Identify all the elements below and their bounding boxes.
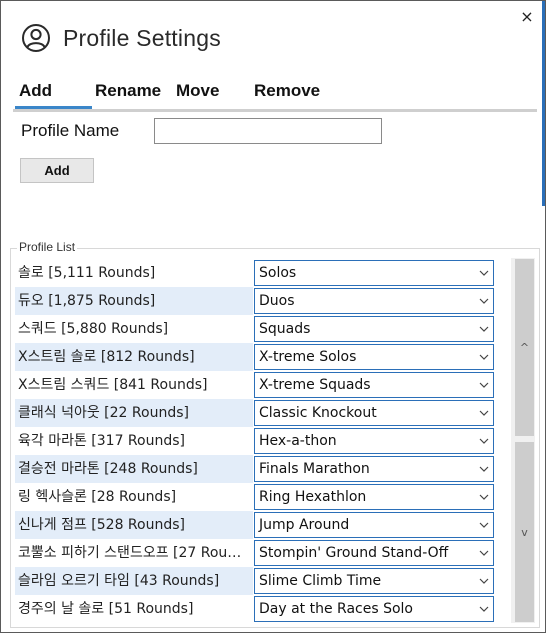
table-row: 링 헥사슬론 [28 Rounds] Ring Hexathlon (15, 483, 495, 511)
profile-mode-select[interactable]: Classic Knockout (254, 400, 494, 426)
chevron-down-icon (479, 466, 489, 472)
page-title: Profile Settings (63, 24, 221, 51)
chevron-down-icon (479, 522, 489, 528)
profile-mode-value: Stompin' Ground Stand-Off (259, 545, 449, 561)
profile-mode-value: Slime Climb Time (259, 573, 382, 589)
chevron-down-icon (479, 382, 489, 388)
profile-row-label: 신나게 점프 [528 Rounds] (18, 517, 185, 533)
profile-row-label: 슬라임 오르기 타임 [43 Rounds] (18, 573, 220, 589)
chevron-down-icon (479, 606, 489, 612)
profile-mode-value: Ring Hexathlon (259, 489, 367, 505)
profile-row-label: 클래식 넉아웃 [22 Rounds] (18, 405, 189, 421)
chevron-down-icon (479, 326, 489, 332)
profile-row-label: 듀오 [1,875 Rounds] (18, 293, 156, 309)
close-icon: × (520, 7, 534, 26)
profile-mode-select[interactable]: X-treme Solos (254, 344, 494, 370)
chevron-down-icon (479, 410, 489, 416)
table-row: 듀오 [1,875 Rounds] Duos (15, 287, 495, 315)
table-row: 솔로 [5,111 Rounds] Solos (15, 259, 495, 287)
profile-row-label: 결승전 마라톤 [248 Rounds] (18, 461, 198, 477)
tab-rename[interactable]: Rename (95, 81, 161, 101)
profile-mode-value: Classic Knockout (259, 405, 377, 421)
profile-mode-select[interactable]: Slime Climb Time (254, 568, 494, 594)
table-row: X스트림 솔로 [812 Rounds] X-treme Solos (15, 343, 495, 371)
scroll-up-button[interactable]: ^ (515, 259, 534, 436)
table-row: 스쿼드 [5,880 Rounds] Squads (15, 315, 495, 343)
profile-name-label: Profile Name (21, 121, 120, 140)
tab-add[interactable]: Add (19, 81, 52, 101)
profile-mode-value: Jump Around (259, 517, 350, 533)
chevron-down-icon (479, 494, 489, 500)
table-row: 코뿔소 피하기 스탠드오프 [27 Rounds] Stompin' Ground… (15, 539, 495, 567)
account-circle-icon (22, 24, 50, 52)
profile-mode-value: Finals Marathon (259, 461, 370, 477)
profile-row-label: 링 헥사슬론 [28 Rounds] (18, 489, 177, 505)
profile-row-label: X스트림 솔로 [812 Rounds] (18, 349, 195, 365)
table-row: 신나게 점프 [528 Rounds] Jump Around (15, 511, 495, 539)
active-tab-indicator (15, 106, 92, 109)
chevron-down-icon (479, 438, 489, 444)
profile-mode-select[interactable]: Duos (254, 288, 494, 314)
profile-row-label: 육각 마라톤 [317 Rounds] (18, 433, 185, 449)
close-button[interactable]: × (517, 7, 537, 27)
profile-row-label: X스트림 스쿼드 [841 Rounds] (18, 377, 208, 393)
profile-mode-select[interactable]: Solos (254, 260, 494, 286)
profile-mode-value: Squads (259, 321, 311, 337)
profile-mode-select[interactable]: Hex-a-thon (254, 428, 494, 454)
profile-mode-value: Solos (259, 265, 297, 281)
table-row: X스트림 스쿼드 [841 Rounds] X-treme Squads (15, 371, 495, 399)
chevron-down-icon (479, 578, 489, 584)
profile-mode-select[interactable]: Ring Hexathlon (254, 484, 494, 510)
chevron-down-icon (479, 550, 489, 556)
chevron-down-icon (479, 354, 489, 360)
profile-row-label: 솔로 [5,111 Rounds] (18, 265, 156, 281)
profile-list: 솔로 [5,111 Rounds] Solos 듀오 [1,875 Rounds] D… (15, 259, 495, 623)
chevron-down-icon (479, 270, 489, 276)
table-row: 결승전 마라톤 [248 Rounds] Finals Marathon (15, 455, 495, 483)
profile-mode-select[interactable]: Squads (254, 316, 494, 342)
table-row: 육각 마라톤 [317 Rounds] Hex-a-thon (15, 427, 495, 455)
table-row: 경주의 날 솔로 [51 Rounds] Day at the Races Sol… (15, 595, 495, 623)
tab-remove[interactable]: Remove (254, 81, 320, 101)
profile-mode-select[interactable]: Stompin' Ground Stand-Off (254, 540, 494, 566)
profile-name-input[interactable] (154, 118, 382, 144)
profile-list-legend: Profile List (17, 240, 78, 254)
tab-move[interactable]: Move (176, 81, 219, 101)
table-row: 슬라임 오르기 타임 [43 Rounds] Slime Climb Time (15, 567, 495, 595)
profile-mode-value: X-treme Squads (259, 377, 371, 393)
profile-settings-window: × Profile Settings Add Rename Move Remov… (0, 0, 546, 633)
scroll-down-button[interactable]: v (515, 442, 534, 622)
tab-bar: Add Rename Move Remove (13, 77, 537, 112)
profile-row-label: 경주의 날 솔로 [51 Rounds] (18, 601, 194, 617)
window-accent-strip (542, 1, 545, 206)
chevron-down-icon (479, 298, 489, 304)
profile-mode-value: Hex-a-thon (259, 433, 337, 449)
profile-mode-value: Day at the Races Solo (259, 601, 413, 617)
header: Profile Settings (21, 21, 221, 55)
profile-mode-value: X-treme Solos (259, 349, 357, 365)
profile-mode-value: Duos (259, 293, 295, 309)
profile-mode-select[interactable]: Finals Marathon (254, 456, 494, 482)
profile-row-label: 코뿔소 피하기 스탠드오프 [27 Rounds] (18, 545, 250, 561)
profile-mode-select[interactable]: Day at the Races Solo (254, 596, 494, 622)
add-button[interactable]: Add (20, 158, 94, 183)
profile-row-label: 스쿼드 [5,880 Rounds] (18, 321, 169, 337)
profile-mode-select[interactable]: Jump Around (254, 512, 494, 538)
chevron-up-icon: ^ (519, 341, 530, 354)
chevron-down-icon: v (521, 525, 528, 539)
table-row: 클래식 넉아웃 [22 Rounds] Classic Knockout (15, 399, 495, 427)
profile-mode-select[interactable]: X-treme Squads (254, 372, 494, 398)
